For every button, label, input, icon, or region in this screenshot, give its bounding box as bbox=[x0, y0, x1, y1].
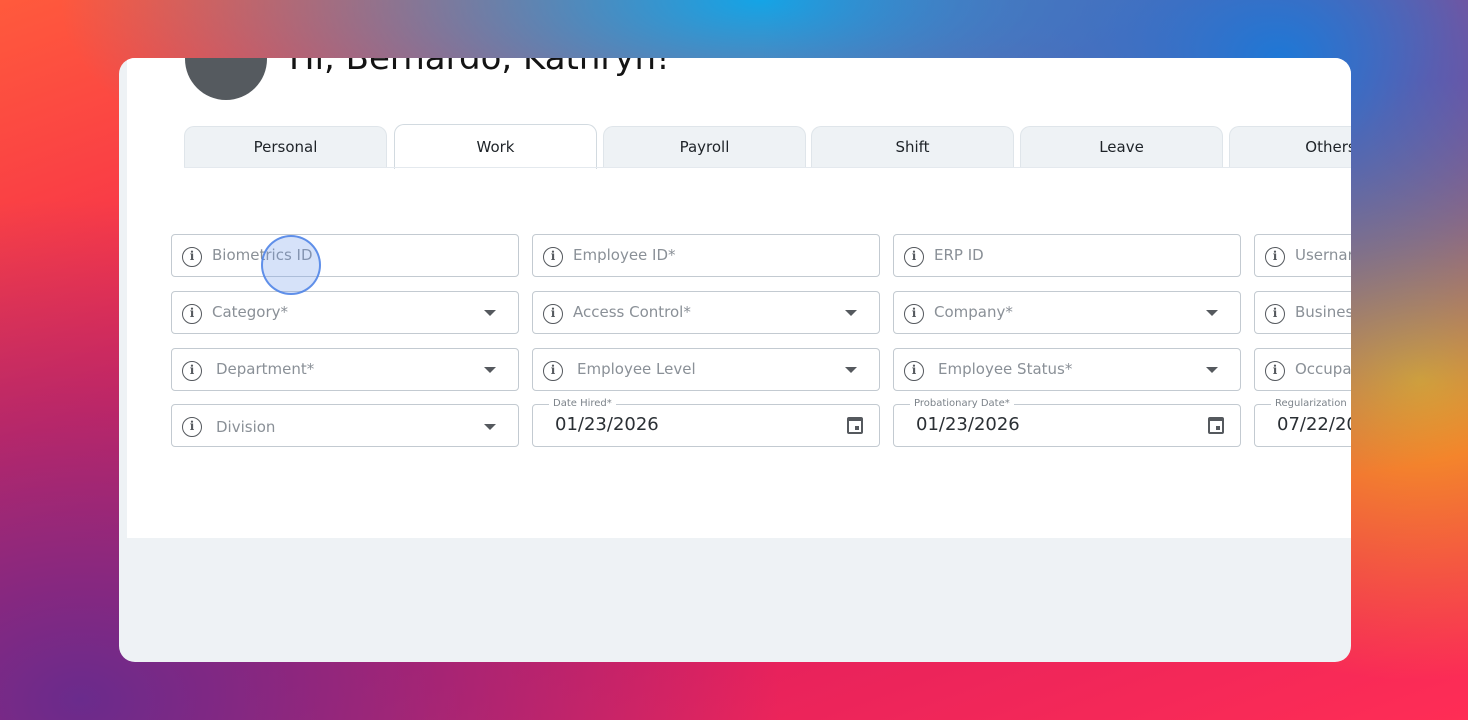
probationary-date-value: 01/23/2026 bbox=[916, 414, 1020, 435]
occupation-placeholder: Occupa bbox=[1295, 360, 1351, 378]
regularization-date-field[interactable]: Regularization 07/22/20 bbox=[1254, 398, 1351, 447]
category-select[interactable]: i Category* bbox=[171, 291, 519, 334]
info-icon[interactable]: i bbox=[182, 304, 202, 324]
tab-label: Others bbox=[1305, 138, 1351, 156]
date-hired-label: Date Hired* bbox=[549, 398, 616, 410]
erp-id-placeholder: ERP ID bbox=[934, 246, 984, 264]
chevron-down-icon[interactable] bbox=[484, 424, 496, 430]
chevron-down-icon[interactable] bbox=[845, 367, 857, 373]
tab-payroll[interactable]: Payroll bbox=[603, 126, 806, 167]
info-icon[interactable]: i bbox=[904, 361, 924, 381]
probationary-date-label: Probationary Date* bbox=[910, 398, 1014, 410]
chevron-down-icon[interactable] bbox=[1206, 367, 1218, 373]
category-placeholder: Category* bbox=[212, 303, 289, 321]
info-icon[interactable]: i bbox=[182, 247, 202, 267]
tab-label: Work bbox=[476, 138, 515, 156]
employee-level-select[interactable]: i Employee Level bbox=[532, 348, 880, 391]
employee-id-placeholder: Employee ID* bbox=[573, 246, 676, 264]
info-icon[interactable]: i bbox=[1265, 361, 1285, 381]
info-icon[interactable]: i bbox=[182, 417, 202, 437]
employee-status-select[interactable]: i Employee Status* bbox=[893, 348, 1241, 391]
access-control-placeholder: Access Control* bbox=[573, 303, 691, 321]
greeting-title: Hi, Bernardo, Kathryn! bbox=[289, 58, 670, 78]
employee-status-placeholder: Employee Status* bbox=[938, 360, 1073, 378]
department-select[interactable]: i Department* bbox=[171, 348, 519, 391]
username-field[interactable]: i Usernar bbox=[1254, 234, 1351, 277]
info-icon[interactable]: i bbox=[543, 361, 563, 381]
tab-label: Payroll bbox=[679, 138, 730, 156]
employee-panel: Hi, Bernardo, Kathryn! Personal Work Pay… bbox=[127, 58, 1351, 538]
info-icon[interactable]: i bbox=[904, 304, 924, 324]
tab-divider bbox=[184, 167, 1351, 168]
tab-others[interactable]: Others bbox=[1229, 126, 1351, 167]
occupation-select[interactable]: i Occupa bbox=[1254, 348, 1351, 391]
company-select[interactable]: i Company* bbox=[893, 291, 1241, 334]
tab-work[interactable]: Work bbox=[394, 124, 597, 169]
access-control-select[interactable]: i Access Control* bbox=[532, 291, 880, 334]
chevron-down-icon[interactable] bbox=[1206, 310, 1218, 316]
division-placeholder: Division bbox=[216, 418, 276, 436]
department-placeholder: Department* bbox=[216, 360, 315, 378]
app-window: Hi, Bernardo, Kathryn! Personal Work Pay… bbox=[119, 58, 1351, 662]
tab-leave[interactable]: Leave bbox=[1020, 126, 1223, 167]
tab-label: Personal bbox=[253, 138, 318, 156]
info-icon[interactable]: i bbox=[543, 247, 563, 267]
regularization-date-label: Regularization bbox=[1271, 398, 1351, 410]
date-hired-field[interactable]: Date Hired* 01/23/2026 bbox=[532, 398, 880, 447]
chevron-down-icon[interactable] bbox=[484, 367, 496, 373]
erp-id-field[interactable]: i ERP ID bbox=[893, 234, 1241, 277]
tab-personal[interactable]: Personal bbox=[184, 126, 387, 167]
info-icon[interactable]: i bbox=[543, 304, 563, 324]
info-icon[interactable]: i bbox=[1265, 304, 1285, 324]
chevron-down-icon[interactable] bbox=[845, 310, 857, 316]
employee-id-field[interactable]: i Employee ID* bbox=[532, 234, 880, 277]
info-icon[interactable]: i bbox=[1265, 247, 1285, 267]
tab-label: Shift bbox=[895, 138, 930, 156]
employee-level-placeholder: Employee Level bbox=[577, 360, 696, 378]
calendar-icon[interactable] bbox=[1208, 417, 1224, 434]
tab-label: Leave bbox=[1099, 138, 1144, 156]
info-icon[interactable]: i bbox=[904, 247, 924, 267]
info-icon[interactable]: i bbox=[182, 361, 202, 381]
biometrics-id-placeholder: Biometrics ID bbox=[212, 246, 313, 264]
tab-shift[interactable]: Shift bbox=[811, 126, 1014, 167]
calendar-icon[interactable] bbox=[847, 417, 863, 434]
username-placeholder: Usernar bbox=[1295, 246, 1351, 264]
date-hired-value: 01/23/2026 bbox=[555, 414, 659, 435]
business-placeholder: Busines bbox=[1295, 303, 1351, 321]
company-placeholder: Company* bbox=[934, 303, 1013, 321]
biometrics-id-field[interactable]: i Biometrics ID bbox=[171, 234, 519, 277]
chevron-down-icon[interactable] bbox=[484, 310, 496, 316]
probationary-date-field[interactable]: Probationary Date* 01/23/2026 bbox=[893, 398, 1241, 447]
division-select[interactable]: i Division bbox=[171, 404, 519, 447]
avatar bbox=[185, 58, 267, 100]
regularization-date-value: 07/22/20 bbox=[1277, 414, 1351, 435]
business-select[interactable]: i Busines bbox=[1254, 291, 1351, 334]
